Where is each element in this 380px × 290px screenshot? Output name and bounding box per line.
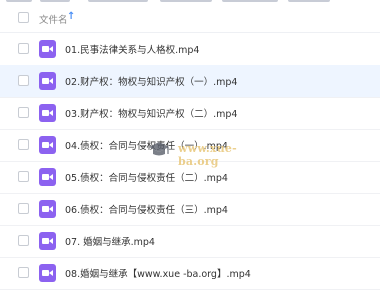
video-file-icon [39,168,56,186]
video-file-icon [39,72,56,90]
file-row[interactable]: 02.财产权：物权与知识产权（一）.mp4 [0,65,380,98]
file-row[interactable]: 03.财产权：物权与知识产权（二）.mp4 [0,97,380,130]
file-name[interactable]: 07. 婚姻与继承.mp4 [65,234,155,248]
row-checkbox[interactable] [18,75,29,86]
file-name[interactable]: 03.财产权：物权与知识产权（二）.mp4 [65,106,237,120]
file-name[interactable]: 01.民事法律关系与人格权.mp4 [65,42,199,56]
row-checkbox[interactable] [18,235,29,246]
select-all-checkbox[interactable] [18,12,29,23]
file-name[interactable]: 05.债权：合同与侵权责任（二）.mp4 [65,170,228,184]
file-row[interactable]: 06.债权：合同与侵权责任（三）.mp4 [0,193,380,226]
file-row[interactable]: 01.民事法律关系与人格权.mp4 [0,33,380,66]
watermark: www.xue-ba.org [148,138,268,168]
file-name[interactable]: 02.财产权：物权与知识产权（一）.mp4 [65,74,237,88]
row-checkbox[interactable] [18,107,29,118]
column-title-filename[interactable]: 文件名 [39,12,68,26]
video-file-icon [39,104,56,122]
file-name[interactable]: 06.债权：合同与侵权责任（三）.mp4 [65,202,228,216]
row-checkbox[interactable] [18,171,29,182]
video-file-icon [39,136,56,154]
file-list-header: 文件名 ↑ [0,6,380,33]
file-name[interactable]: 08.婚姻与继承【www.xue -ba.org】.mp4 [65,266,251,280]
row-checkbox[interactable] [18,139,29,150]
video-file-icon [39,200,56,218]
video-file-icon [39,264,56,282]
video-file-icon [39,232,56,250]
row-checkbox[interactable] [18,203,29,214]
row-checkbox[interactable] [18,267,29,278]
video-file-icon [39,40,56,58]
file-row[interactable]: 07. 婚姻与继承.mp4 [0,225,380,258]
sort-ascending-icon[interactable]: ↑ [67,11,75,22]
watermark-text: www.xue-ba.org [178,142,237,168]
graduation-cap-icon [149,142,169,156]
row-checkbox[interactable] [18,43,29,54]
file-row[interactable]: 08.婚姻与继承【www.xue -ba.org】.mp4 [0,257,380,290]
